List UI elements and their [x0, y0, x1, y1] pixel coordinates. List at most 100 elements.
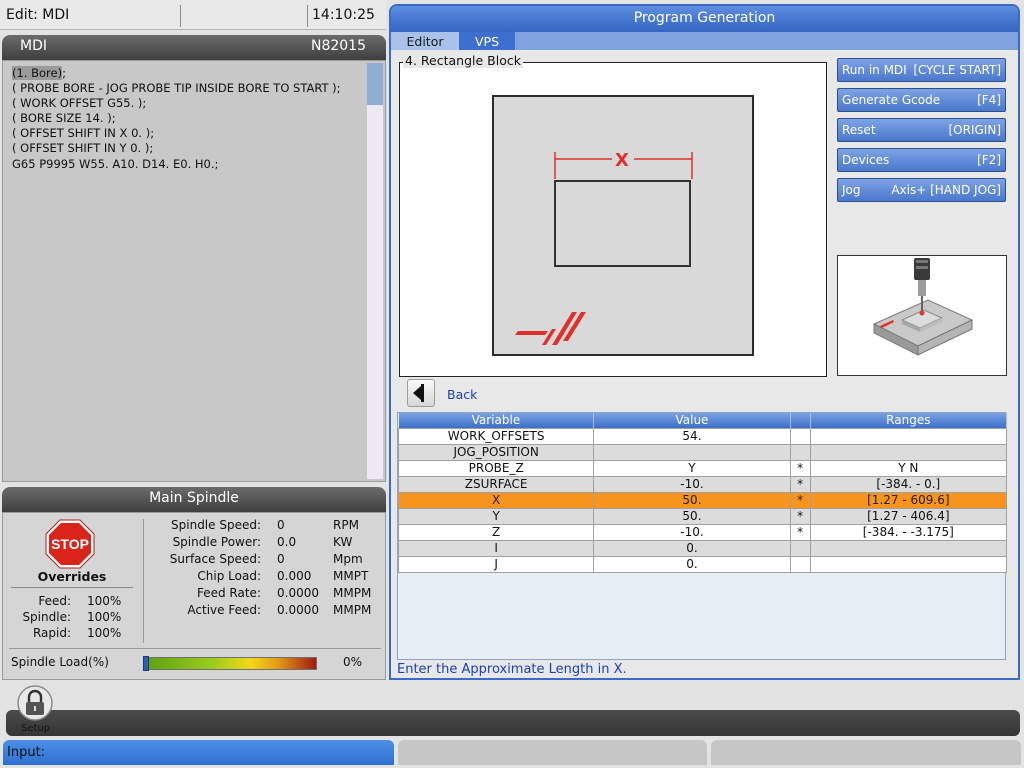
scrollbar-thumb[interactable] [367, 63, 383, 105]
stat-value: 0 [277, 518, 285, 532]
table-row[interactable]: JOG_POSITION [397, 444, 1008, 461]
group-title: 4. Rectangle Block [403, 53, 523, 68]
tab-vps[interactable]: VPS [459, 32, 515, 50]
scrollbar[interactable] [367, 63, 383, 479]
button-label: Reset [842, 123, 876, 137]
cell-range: Y N [809, 460, 1008, 477]
reset-button[interactable]: Reset [ORIGIN] [837, 118, 1006, 142]
table-row[interactable]: Y 50. * [1.27 - 406.4] [397, 508, 1008, 525]
override-label: Spindle: [22, 610, 71, 624]
cell-flag: * [789, 476, 811, 493]
cell-value[interactable]: -10. [593, 524, 791, 541]
override-value: 100% [87, 594, 122, 608]
cell-range [809, 444, 1008, 461]
column-header-variable: Variable [398, 413, 595, 429]
setup-lock-icon[interactable] [16, 684, 54, 722]
spindle-load-marker [143, 656, 149, 671]
table-row[interactable]: X 50. * [1.27 - 609.6] [397, 492, 1008, 509]
tab-bar: Editor VPS [391, 32, 1018, 50]
stat-unit: RPM [333, 518, 359, 532]
column-header-ranges: Ranges [810, 413, 1008, 429]
setup-label[interactable]: Setup [21, 723, 50, 734]
spindle-panel-header: Main Spindle [2, 487, 386, 512]
mdi-editor[interactable]: (1. Bore);( PROBE BORE - JOG PROBE TIP I… [2, 60, 386, 482]
cell-variable: WORK_OFFSETS [397, 428, 595, 445]
code-line[interactable]: ( BORE SIZE 14. ); [12, 111, 341, 126]
divider [9, 648, 381, 649]
stat-label: Chip Load: [197, 569, 261, 583]
stat-unit: MMPT [333, 569, 369, 583]
cell-value[interactable]: -10. [593, 476, 791, 493]
code-line[interactable]: ( WORK OFFSET G55. ); [12, 96, 341, 111]
cell-value[interactable]: 50. [593, 492, 791, 509]
table-row[interactable]: Z -10. * [-384. - -3.175] [397, 524, 1008, 541]
divider [11, 587, 133, 588]
spindle-load-value: 0% [343, 655, 363, 669]
stat-unit: MMPM [333, 603, 372, 617]
spindle-panel: STOP Overrides Feed: 100% Spindle: 100% … [2, 512, 386, 680]
cursor-highlight: (1. Bore) [12, 66, 63, 80]
overrides-title: Overrides [37, 569, 107, 584]
table-row[interactable]: PROBE_Z Y * Y N [397, 460, 1008, 477]
stat-value: 0.0000 [277, 603, 319, 617]
spindle-load-label: Spindle Load(%) [11, 655, 109, 669]
mode-indicator: Edit: MDI [6, 7, 70, 23]
back-button[interactable] [407, 379, 435, 407]
table-header-row: Variable Value Ranges [398, 413, 1008, 429]
tab-editor[interactable]: Editor [391, 32, 459, 50]
cell-flag: * [789, 460, 811, 477]
run-in-mdi-button[interactable]: Run in MDI [CYCLE START] [837, 58, 1006, 82]
back-label[interactable]: Back [447, 387, 477, 402]
column-header-flag [790, 413, 811, 429]
button-label: Jog [842, 183, 861, 197]
window-title: Program Generation [391, 6, 1018, 32]
stat-unit: Mpm [333, 552, 363, 566]
bottom-dock [6, 710, 1020, 736]
table-row[interactable]: WORK_OFFSETS 54. [397, 428, 1008, 445]
code-text: ; [62, 66, 66, 80]
code-line[interactable]: (1. Bore); [12, 66, 341, 81]
stop-label: STOP [51, 536, 89, 552]
cell-value[interactable]: 54. [593, 428, 791, 445]
diagram-group: X [399, 62, 827, 377]
jog-button[interactable]: Jog Axis+ [HAND JOG] [837, 178, 1006, 202]
cell-value[interactable] [593, 444, 791, 461]
cell-variable: JOG_POSITION [397, 444, 595, 461]
cell-value[interactable]: 0. [593, 540, 791, 557]
generate-gcode-button[interactable]: Generate Gcode [F4] [837, 88, 1006, 112]
table-row[interactable]: ZSURFACE -10. * [-384. - 0.] [397, 476, 1008, 493]
input-field[interactable]: Input: [3, 740, 394, 765]
cell-flag [789, 428, 811, 445]
cell-range: [1.27 - 406.4] [809, 508, 1008, 525]
code-line[interactable]: ( OFFSET SHIFT IN X 0. ); [12, 126, 341, 141]
devices-button[interactable]: Devices [F2] [837, 148, 1006, 172]
table-row[interactable]: J 0. [397, 556, 1008, 573]
table-row[interactable]: I 0. [397, 540, 1008, 557]
button-key: Axis+ [HAND JOG] [891, 183, 1001, 197]
status-field-2 [398, 740, 707, 765]
cell-variable: X [397, 492, 595, 509]
cell-variable: ZSURFACE [397, 476, 595, 493]
cell-range [809, 540, 1008, 557]
clock: 14:10:25 [312, 7, 375, 23]
stat-label: Active Feed: [187, 603, 261, 617]
program-generation-window: Program Generation Editor VPS X 4. Recta… [389, 4, 1020, 680]
cell-value[interactable]: 50. [593, 508, 791, 525]
button-key: [F2] [977, 153, 1001, 167]
button-key: [ORIGIN] [948, 123, 1002, 137]
button-label: Run in MDI [842, 63, 907, 77]
code-line[interactable]: G65 P9995 W55. A10. D14. E0. H0.; [12, 157, 341, 172]
code-line[interactable]: ( OFFSET SHIFT IN Y 0. ); [12, 141, 341, 156]
cell-value[interactable]: 0. [593, 556, 791, 573]
stop-icon: STOP [45, 519, 95, 569]
button-label: Generate Gcode [842, 93, 941, 107]
cell-value[interactable]: Y [593, 460, 791, 477]
probe-preview-image [837, 255, 1007, 376]
cell-flag [789, 556, 811, 573]
code-listing[interactable]: (1. Bore);( PROBE BORE - JOG PROBE TIP I… [12, 66, 341, 172]
code-line[interactable]: ( PROBE BORE - JOG PROBE TIP INSIDE BORE… [12, 81, 341, 96]
cell-flag [789, 540, 811, 557]
status-bar: Edit: MDI 14:10:25 [0, 0, 386, 30]
cell-flag: * [789, 508, 811, 525]
input-prompt: Enter the Approximate Length in X. [397, 662, 627, 677]
